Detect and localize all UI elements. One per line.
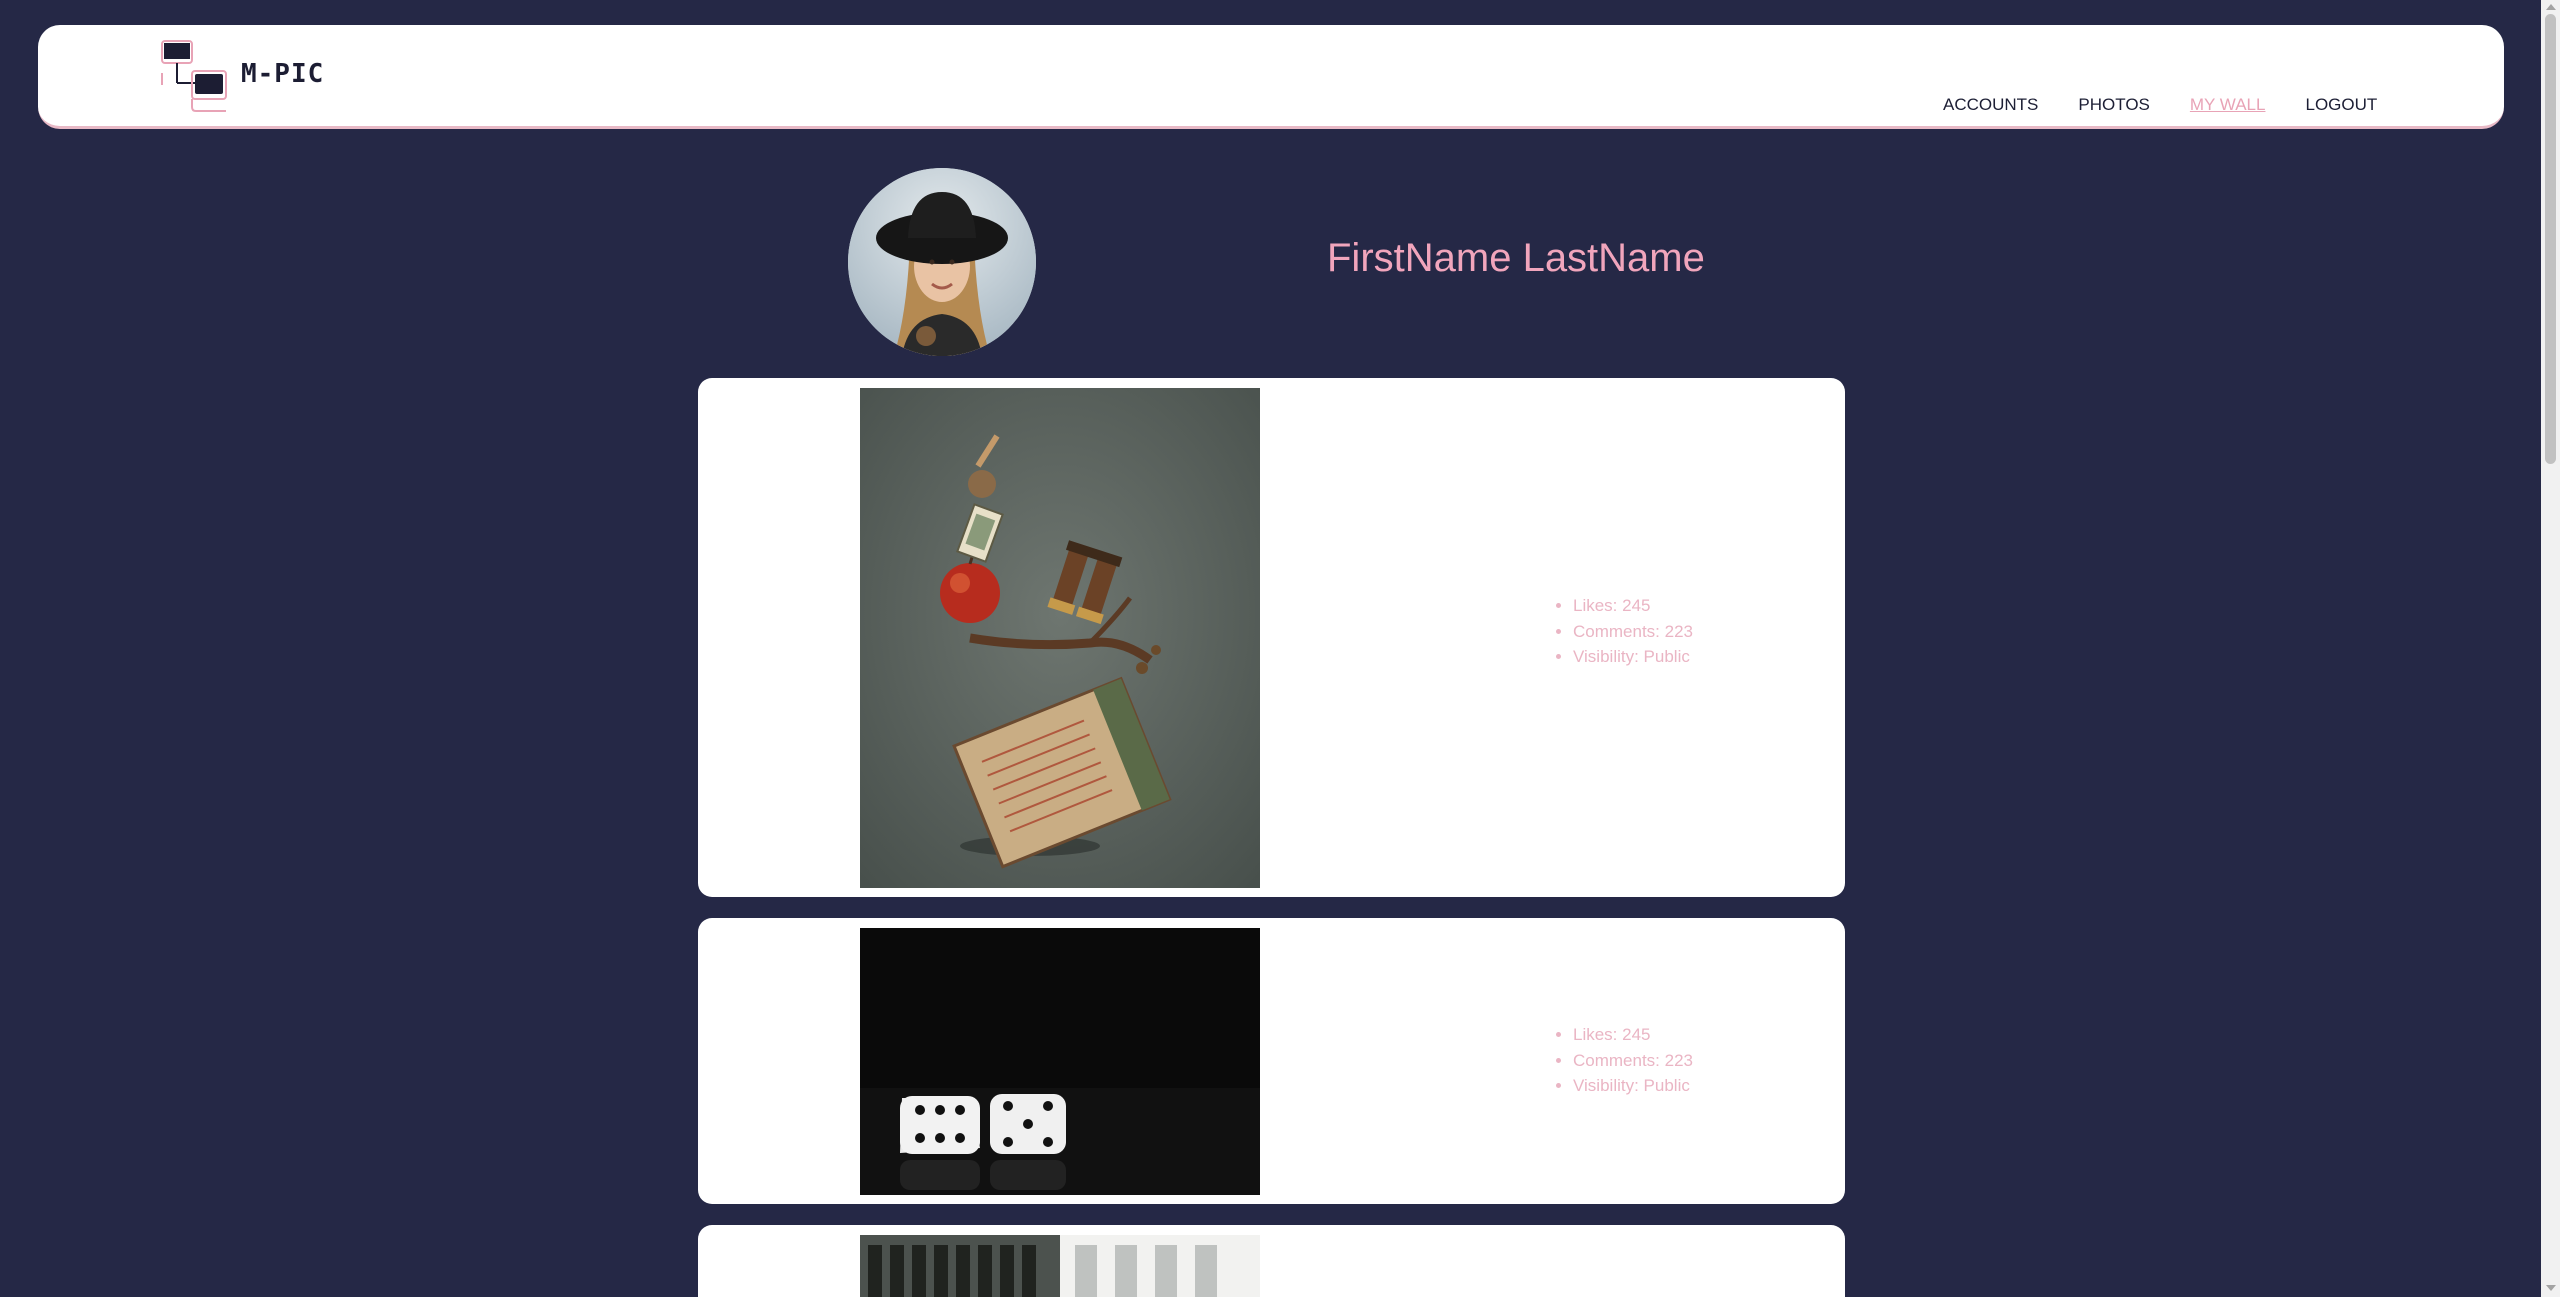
- scroll-up-icon[interactable]: [2546, 4, 2556, 10]
- page-scrollbar[interactable]: [2541, 0, 2560, 1297]
- post-stats: Likes: 245 Comments: 223 Visibility: Pub…: [1558, 593, 1693, 670]
- profile-photo: [848, 168, 1036, 356]
- post-stats: Likes: 245 Comments: 223 Visibility: Pub…: [1558, 1022, 1693, 1099]
- likes-count: Likes: 245: [1573, 1022, 1693, 1048]
- visibility-status: Visibility: Public: [1573, 1073, 1693, 1099]
- nav-accounts[interactable]: ACCOUNTS: [1943, 95, 2038, 115]
- balanced-objects-photo[interactable]: [860, 388, 1260, 888]
- building-photo[interactable]: [860, 1235, 1260, 1297]
- profile-name: FirstName LastName: [1327, 236, 1705, 280]
- site-header: M-PIC ACCOUNTS PHOTOS MY WALL LOGOUT: [38, 25, 2504, 129]
- nav-logout[interactable]: LOGOUT: [2305, 95, 2377, 115]
- likes-count: Likes: 245: [1573, 593, 1693, 619]
- main-nav: ACCOUNTS PHOTOS MY WALL LOGOUT: [1943, 95, 2377, 115]
- scroll-down-icon[interactable]: [2546, 1285, 2556, 1291]
- brand-name[interactable]: M-PIC: [241, 59, 324, 89]
- post-card: Likes: 245 Comments: 223 Visibility: Pub…: [698, 378, 1845, 897]
- page: M-PIC ACCOUNTS PHOTOS MY WALL LOGOUT Fir…: [0, 0, 2560, 1297]
- dice-photo[interactable]: [860, 928, 1260, 1195]
- post-card: [698, 1225, 1845, 1297]
- nav-my-wall[interactable]: MY WALL: [2190, 95, 2266, 115]
- comments-count: Comments: 223: [1573, 1048, 1693, 1074]
- post-card: Likes: 245 Comments: 223 Visibility: Pub…: [698, 918, 1845, 1204]
- profile-avatar[interactable]: [848, 168, 1036, 356]
- scroll-thumb[interactable]: [2545, 14, 2556, 464]
- comments-count: Comments: 223: [1573, 619, 1693, 645]
- nav-photos[interactable]: PHOTOS: [2078, 95, 2149, 115]
- visibility-status: Visibility: Public: [1573, 644, 1693, 670]
